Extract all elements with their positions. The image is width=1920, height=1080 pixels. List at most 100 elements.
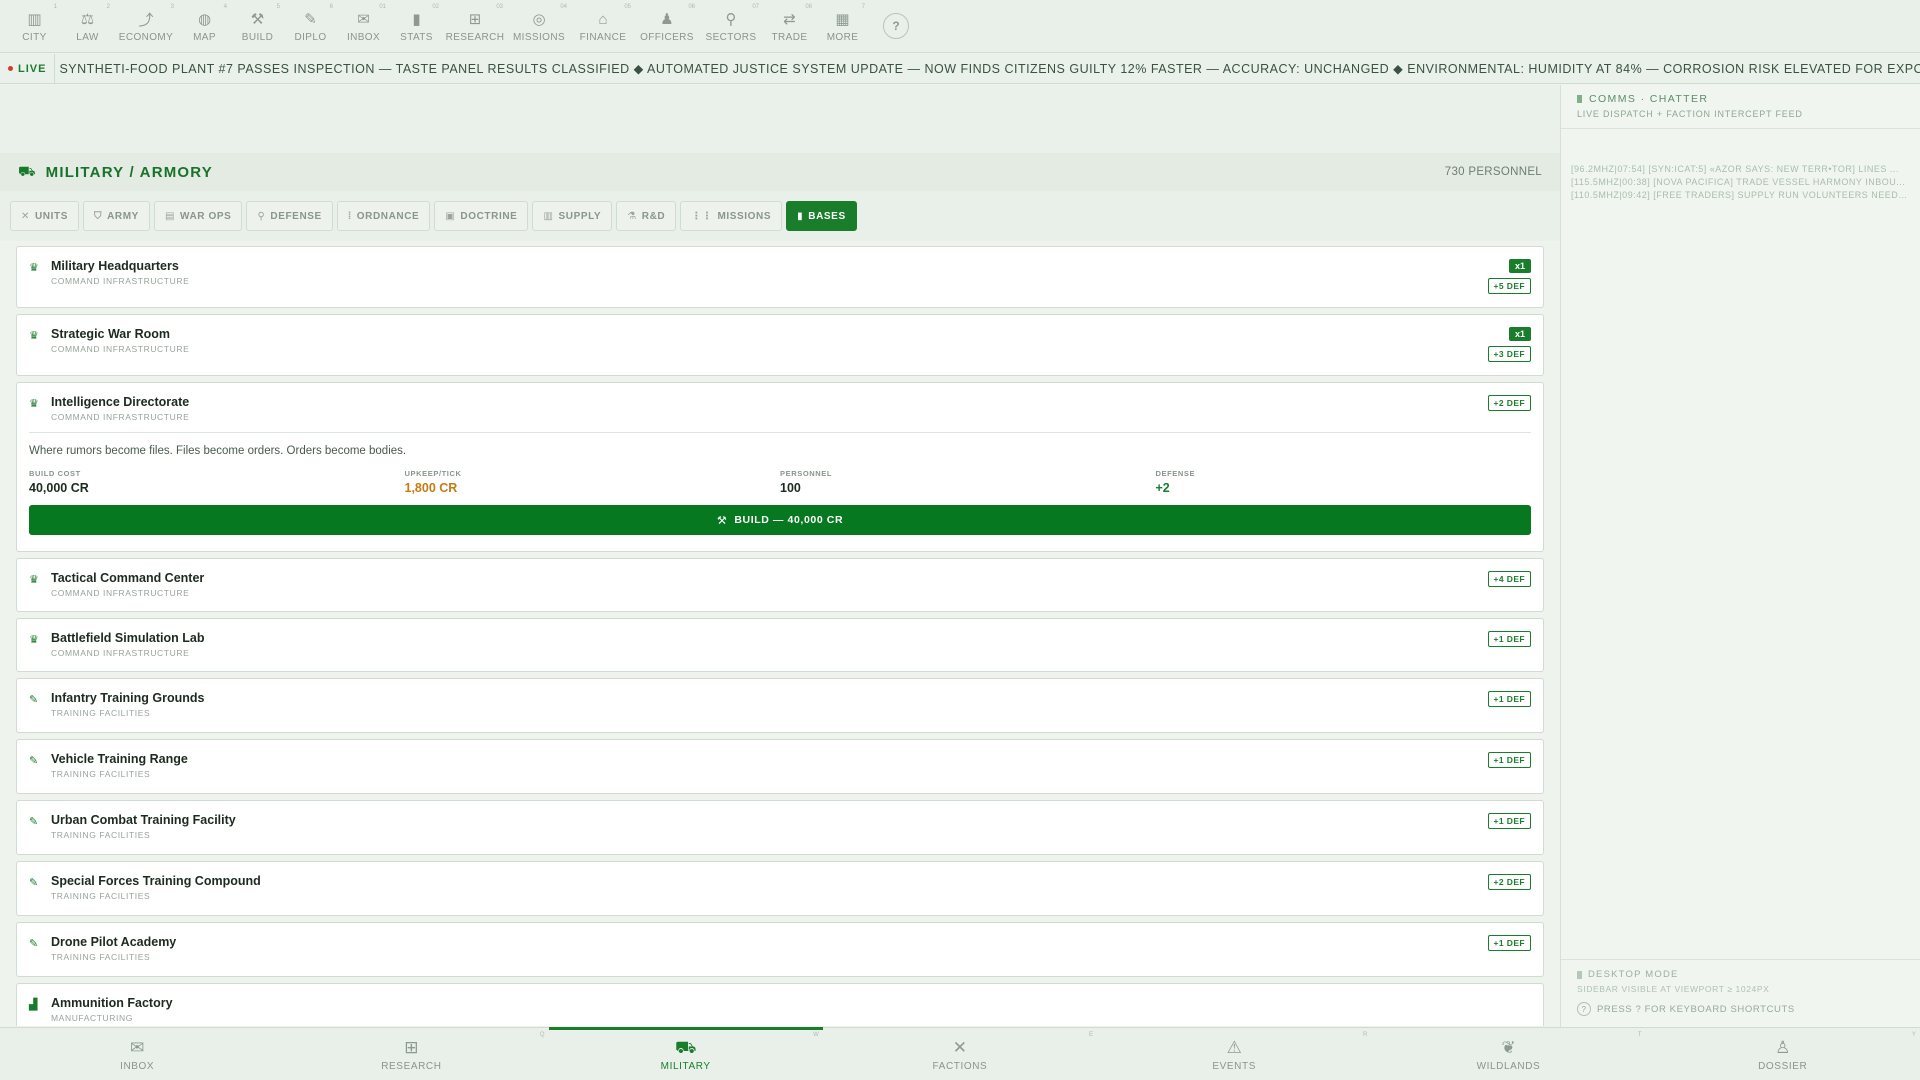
signal-icon bbox=[1577, 95, 1582, 103]
nav-missions[interactable]: ◎ MISSIONS 04 bbox=[507, 0, 571, 53]
tab-defense[interactable]: ⚲ DEFENSE bbox=[246, 201, 333, 231]
book-icon: ▣ bbox=[445, 210, 456, 222]
help-button[interactable]: ? bbox=[883, 13, 909, 39]
base-category: COMMAND INFRASTRUCTURE bbox=[51, 344, 190, 354]
defense-badge: +1 DEF bbox=[1487, 691, 1531, 707]
base-card-header: ✎ Vehicle Training Range TRAINING FACILITI… bbox=[17, 740, 1543, 779]
tab-warops[interactable]: ▤ WAR OPS bbox=[153, 201, 243, 231]
base-text: Drone Pilot Academy TRAINING FACILITIES bbox=[51, 935, 176, 962]
bottom-nav-military[interactable]: ⛟ MILITARY W bbox=[548, 1027, 824, 1080]
base-card[interactable]: ✎ Vehicle Training Range TRAINING FACILITI… bbox=[16, 739, 1544, 794]
stat-defense: DEFENSE +2 bbox=[1156, 469, 1532, 495]
nav-label: LAW bbox=[76, 32, 99, 43]
base-card[interactable]: ▟ Ammunition Factory MANUFACTURING bbox=[16, 983, 1544, 1026]
base-card[interactable]: ✎ Drone Pilot Academy TRAINING FACILITIES +… bbox=[16, 922, 1544, 977]
base-card[interactable]: ♛ Tactical Command Center COMMAND INFRASTR… bbox=[16, 558, 1544, 612]
bottom-nav-research[interactable]: ⊞ RESEARCH Q bbox=[274, 1028, 548, 1080]
flask-icon: ⚗ bbox=[627, 210, 637, 222]
nav-label: RESEARCH bbox=[445, 32, 505, 43]
nav-label: DIPLO bbox=[294, 32, 327, 43]
base-icon: ▮ bbox=[797, 210, 804, 222]
comms-sidebar: COMMS · CHATTER LIVE DISPATCH + FACTION … bbox=[1560, 85, 1920, 1027]
nav-build[interactable]: ⚒ BUILD 5 bbox=[231, 0, 284, 53]
base-name: Tactical Command Center bbox=[51, 571, 205, 585]
nav-diplo[interactable]: ✎ DIPLO 6 bbox=[284, 0, 337, 53]
chatter-line: [96.2MHZ|07:54] [SYN:ICAT:5] «AZOR SAYS:… bbox=[1571, 164, 1899, 174]
defense-badge: +1 DEF bbox=[1487, 813, 1531, 829]
base-category: COMMAND INFRASTRUCTURE bbox=[51, 412, 190, 422]
news-ticker: LIVE SYNTHETI-FOOD PLANT #7 PASSES INSPE… bbox=[0, 54, 1920, 84]
tab-units[interactable]: ✕ UNITS bbox=[10, 201, 79, 231]
live-dot-icon bbox=[8, 66, 13, 71]
base-card[interactable]: ✎ Infantry Training Grounds TRAINING FACIL… bbox=[16, 678, 1544, 733]
base-card[interactable]: ♛ Military Headquarters COMMAND INFRASTRUC… bbox=[16, 246, 1544, 308]
tab-bases[interactable]: ▮ BASES bbox=[786, 201, 857, 231]
bottom-nav-shortcut-key: R bbox=[1362, 1032, 1368, 1038]
nav-law[interactable]: ⚖ LAW 2 bbox=[61, 0, 114, 53]
base-badges: +4 DEF bbox=[1487, 571, 1531, 587]
base-card-header: ♛ Military Headquarters COMMAND INFRASTRUC… bbox=[17, 247, 1543, 286]
nav-inbox[interactable]: ✉ INBOX 01 bbox=[337, 0, 390, 53]
nav-research[interactable]: ⊞ RESEARCH 03 bbox=[443, 0, 507, 53]
nav-trade[interactable]: ⇄ TRADE 08 bbox=[763, 0, 816, 53]
nav-label: FINANCE bbox=[579, 32, 627, 43]
base-name: Drone Pilot Academy bbox=[51, 935, 177, 949]
tab-doctrine[interactable]: ▣ DOCTRINE bbox=[434, 201, 529, 231]
nav-map[interactable]: ◍ MAP 4 bbox=[178, 0, 231, 53]
tab-supply[interactable]: ▥ SUPPLY bbox=[532, 201, 613, 231]
nav-stats[interactable]: ▮ STATS 02 bbox=[390, 0, 443, 53]
bottom-nav-inbox[interactable]: ✉ INBOX bbox=[0, 1028, 274, 1080]
base-name: Infantry Training Grounds bbox=[51, 691, 205, 705]
swap-icon: ⇄ bbox=[783, 11, 796, 28]
defense-badge: +2 DEF bbox=[1487, 395, 1531, 411]
base-name: Battlefield Simulation Lab bbox=[51, 631, 205, 645]
shortcut-text: PRESS ? FOR KEYBOARD SHORTCUTS bbox=[1597, 1003, 1795, 1015]
crossed-swords-icon: ✕ bbox=[952, 1037, 968, 1057]
globe-icon: ◍ bbox=[197, 11, 212, 28]
nav-economy[interactable]: ⤴ ECONOMY 3 bbox=[114, 0, 178, 53]
bottom-nav-events[interactable]: ⚠ EVENTS R bbox=[1097, 1028, 1371, 1080]
tab-ordnance[interactable]: ⁞ ORDNANCE bbox=[336, 201, 431, 231]
base-card[interactable]: ✎ Urban Combat Training Facility TRAINING … bbox=[16, 800, 1544, 855]
base-card[interactable]: ♛ Intelligence Directorate COMMAND INFRAST… bbox=[16, 382, 1544, 552]
nav-sectors[interactable]: ⚲ SECTORS 07 bbox=[699, 0, 763, 53]
bottom-nav-factions[interactable]: ✕ FACTIONS E bbox=[823, 1028, 1097, 1080]
stat-label: PERSONNEL bbox=[780, 469, 833, 478]
nav-label: TRADE bbox=[771, 32, 808, 43]
base-text: Vehicle Training Range TRAINING FACILITIE… bbox=[51, 752, 188, 779]
bottom-nav-dossier[interactable]: ♙ DOSSIER Y bbox=[1646, 1028, 1920, 1080]
base-card[interactable]: ✎ Special Forces Training Compound TRAININ… bbox=[16, 861, 1544, 916]
person-icon: ♙ bbox=[1775, 1037, 1791, 1057]
nav-more[interactable]: ▦ MORE 7 bbox=[816, 0, 869, 53]
nav-city[interactable]: ▥ CITY 1 bbox=[8, 0, 61, 53]
defense-badge: +4 DEF bbox=[1487, 571, 1531, 587]
nav-shortcut-key: 01 bbox=[379, 4, 386, 10]
chatter-feed: [96.2MHZ|07:54] [SYN:ICAT:5] «AZOR SAYS:… bbox=[1561, 129, 1920, 202]
defense-badge: +1 DEF bbox=[1487, 752, 1531, 768]
list-icon: ⋮⋮ bbox=[691, 210, 713, 222]
base-stats: BUILD COST 40,000 CR UPKEEP/TICK 1,800 CR PE… bbox=[29, 469, 1531, 495]
grid-icon: ▦ bbox=[835, 11, 850, 28]
base-card[interactable]: ♛ Strategic War Room COMMAND INFRASTRUCTUR… bbox=[16, 314, 1544, 376]
base-category: COMMAND INFRASTRUCTURE bbox=[51, 276, 190, 286]
tab-rd[interactable]: ⚗ R&D bbox=[616, 201, 677, 231]
tab-missions[interactable]: ⋮⋮ MISSIONS bbox=[680, 201, 783, 231]
base-text: Military Headquarters COMMAND INFRASTRUCT… bbox=[51, 259, 189, 286]
base-name: Vehicle Training Range bbox=[51, 752, 188, 766]
bottom-nav-wildlands[interactable]: ❦ WILDLANDS T bbox=[1371, 1028, 1645, 1080]
base-name: Special Forces Training Compound bbox=[51, 874, 261, 888]
base-text: Strategic War Room COMMAND INFRASTRUCTURE bbox=[51, 327, 189, 354]
tab-label: R&D bbox=[641, 210, 666, 222]
page-header: ⛟ MILITARY / ARMORY 730 PERSONNEL bbox=[0, 153, 1560, 191]
build-button[interactable]: ⚒ BUILD — 40,000 CR bbox=[29, 505, 1531, 535]
tab-army[interactable]: ⛉ ARMY bbox=[82, 201, 150, 231]
defense-badge: +1 DEF bbox=[1487, 631, 1531, 647]
keyboard-shortcuts-hint[interactable]: ? PRESS ? FOR KEYBOARD SHORTCUTS bbox=[1577, 1002, 1905, 1016]
tab-label: DEFENSE bbox=[270, 210, 322, 222]
nav-officers[interactable]: ♟ OFFICERS 06 bbox=[635, 0, 699, 53]
base-badges: +1 DEF bbox=[1487, 813, 1531, 829]
base-card[interactable]: ♛ Battlefield Simulation Lab COMMAND INFRA… bbox=[16, 618, 1544, 672]
nav-label: ECONOMY bbox=[118, 32, 174, 43]
crown-icon: ♛ bbox=[29, 398, 39, 410]
nav-finance[interactable]: ⌂ FINANCE 05 bbox=[571, 0, 635, 53]
